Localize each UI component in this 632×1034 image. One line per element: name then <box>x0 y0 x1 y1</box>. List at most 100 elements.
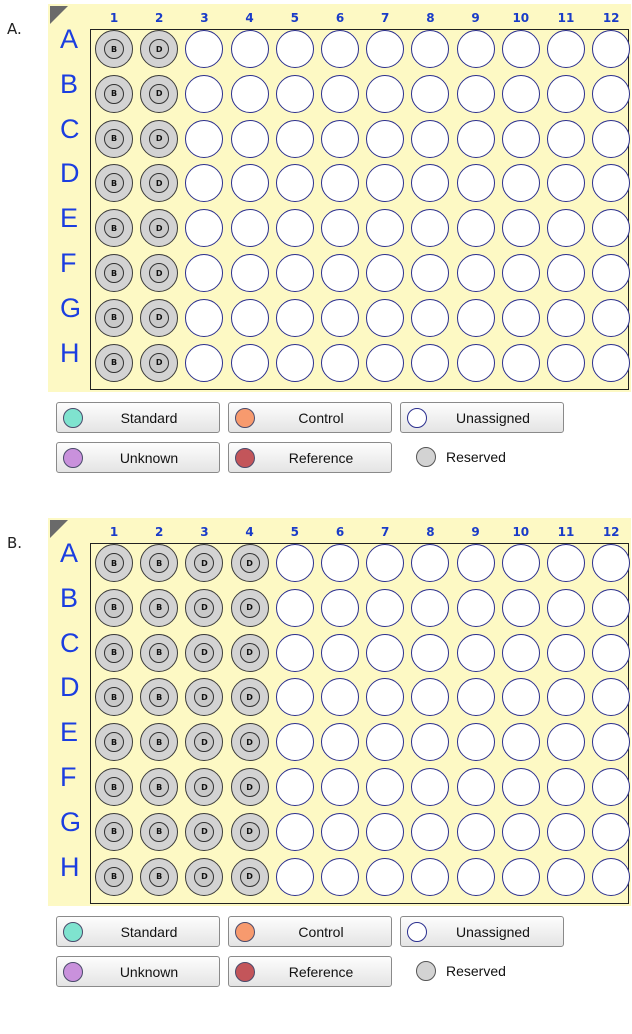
well-C3[interactable]: D <box>185 633 224 672</box>
legend-control-button[interactable]: Control <box>228 916 392 947</box>
well-G11[interactable] <box>547 812 585 851</box>
row-header[interactable]: F <box>60 241 92 285</box>
row-header[interactable]: E <box>60 710 92 754</box>
column-header[interactable]: 10 <box>498 525 544 539</box>
well-G10[interactable] <box>501 812 540 851</box>
well-B3[interactable]: D <box>185 588 224 627</box>
well-F6[interactable] <box>321 768 359 806</box>
well-C8[interactable] <box>411 633 450 672</box>
legend-standard-button[interactable]: Standard <box>56 916 220 947</box>
legend-control-button[interactable]: Control <box>228 402 392 433</box>
well-H2[interactable]: D <box>140 343 179 382</box>
well-A10[interactable] <box>501 544 540 582</box>
well-G10[interactable] <box>501 298 540 337</box>
well-C12[interactable] <box>592 119 631 158</box>
well-F7[interactable] <box>366 254 405 292</box>
well-F12[interactable] <box>592 254 631 292</box>
legend-unknown-button[interactable]: Unknown <box>56 442 220 473</box>
well-G6[interactable] <box>321 298 359 337</box>
legend-unassigned-button[interactable]: Unassigned <box>400 402 564 433</box>
well-C10[interactable] <box>501 633 540 672</box>
well-C11[interactable] <box>547 119 585 158</box>
well-A2[interactable]: D <box>140 30 179 68</box>
well-C2[interactable]: D <box>140 119 179 158</box>
well-B8[interactable] <box>411 588 450 627</box>
well-E4[interactable] <box>230 209 269 248</box>
well-D9[interactable] <box>456 164 495 203</box>
well-H6[interactable] <box>321 343 359 382</box>
well-C5[interactable] <box>275 119 314 158</box>
well-E10[interactable] <box>501 209 540 248</box>
well-G1[interactable]: B <box>95 812 133 851</box>
well-G8[interactable] <box>411 812 450 851</box>
row-header[interactable]: H <box>60 331 92 375</box>
legend-reference-button[interactable]: Reference <box>228 442 392 473</box>
row-header[interactable]: G <box>60 800 92 844</box>
well-B12[interactable] <box>592 74 631 113</box>
well-E1[interactable]: B <box>95 723 133 762</box>
well-F4[interactable]: D <box>230 768 269 806</box>
well-F10[interactable] <box>501 768 540 806</box>
well-G1[interactable]: B <box>95 298 133 337</box>
well-F4[interactable] <box>230 254 269 292</box>
well-A6[interactable] <box>321 30 359 68</box>
well-G2[interactable]: B <box>140 812 179 851</box>
well-D9[interactable] <box>456 678 495 717</box>
well-H10[interactable] <box>501 857 540 896</box>
row-header[interactable]: B <box>60 62 92 106</box>
well-H5[interactable] <box>275 857 314 896</box>
well-H1[interactable]: B <box>95 343 133 382</box>
column-header[interactable]: 11 <box>543 525 589 539</box>
well-C4[interactable] <box>230 119 269 158</box>
row-header[interactable]: A <box>60 531 92 575</box>
well-B11[interactable] <box>547 74 585 113</box>
well-F2[interactable]: B <box>140 768 179 806</box>
column-header[interactable]: 8 <box>407 11 453 25</box>
column-header[interactable]: 5 <box>272 11 318 25</box>
well-G9[interactable] <box>456 812 495 851</box>
well-C6[interactable] <box>321 633 359 672</box>
well-B2[interactable]: D <box>140 74 179 113</box>
row-header[interactable]: E <box>60 196 92 240</box>
well-B10[interactable] <box>501 588 540 627</box>
column-header[interactable]: 6 <box>317 11 363 25</box>
well-G5[interactable] <box>275 812 314 851</box>
well-H10[interactable] <box>501 343 540 382</box>
well-A12[interactable] <box>592 30 631 68</box>
well-E1[interactable]: B <box>95 209 133 248</box>
well-H6[interactable] <box>321 857 359 896</box>
well-E5[interactable] <box>275 209 314 248</box>
well-F2[interactable]: D <box>140 254 179 292</box>
well-E9[interactable] <box>456 209 495 248</box>
column-header[interactable]: 6 <box>317 525 363 539</box>
well-H4[interactable] <box>230 343 269 382</box>
well-D4[interactable] <box>230 164 269 203</box>
well-G6[interactable] <box>321 812 359 851</box>
well-F9[interactable] <box>456 768 495 806</box>
well-C7[interactable] <box>366 633 405 672</box>
well-B5[interactable] <box>275 588 314 627</box>
well-A7[interactable] <box>366 30 405 68</box>
well-H2[interactable]: B <box>140 857 179 896</box>
well-G5[interactable] <box>275 298 314 337</box>
column-header[interactable]: 1 <box>91 525 137 539</box>
well-H9[interactable] <box>456 343 495 382</box>
well-B10[interactable] <box>501 74 540 113</box>
well-G4[interactable]: D <box>230 812 269 851</box>
well-G11[interactable] <box>547 298 585 337</box>
well-E9[interactable] <box>456 723 495 762</box>
well-H12[interactable] <box>592 343 631 382</box>
well-A1[interactable]: B <box>95 30 133 68</box>
well-E5[interactable] <box>275 723 314 762</box>
well-C5[interactable] <box>275 633 314 672</box>
well-F7[interactable] <box>366 768 405 806</box>
well-H11[interactable] <box>547 343 585 382</box>
row-header[interactable]: B <box>60 576 92 620</box>
well-B11[interactable] <box>547 588 585 627</box>
well-G12[interactable] <box>592 298 631 337</box>
row-header[interactable]: F <box>60 755 92 799</box>
well-A2[interactable]: B <box>140 544 179 582</box>
well-C1[interactable]: B <box>95 119 133 158</box>
row-header[interactable]: C <box>60 621 92 665</box>
well-C9[interactable] <box>456 633 495 672</box>
